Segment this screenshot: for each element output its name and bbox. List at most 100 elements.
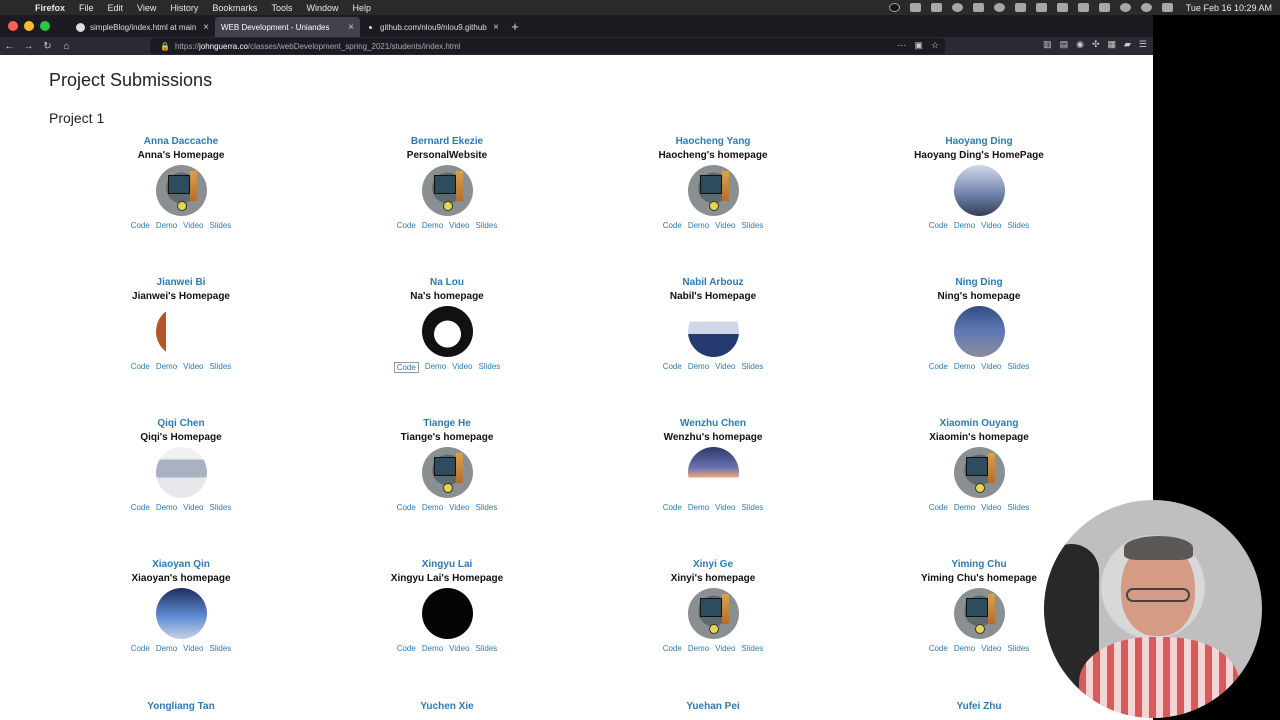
new-tab-button[interactable]: + <box>505 17 525 37</box>
status-menu-icon[interactable] <box>888 3 900 12</box>
video-link[interactable]: Video <box>449 221 469 230</box>
student-name-link[interactable]: Na Lou <box>314 276 580 290</box>
demo-link[interactable]: Demo <box>688 503 709 512</box>
slides-link[interactable]: Slides <box>210 644 232 653</box>
wifi-icon[interactable] <box>1098 3 1110 12</box>
project-thumbnail[interactable] <box>687 447 739 498</box>
video-link[interactable]: Video <box>183 503 203 512</box>
video-link[interactable]: Video <box>183 362 203 371</box>
library-icon[interactable]: ▥ <box>1043 39 1052 50</box>
bookmark-star-icon[interactable]: ☆ <box>931 40 939 51</box>
menu-tools[interactable]: Tools <box>264 3 299 13</box>
network-icon[interactable] <box>951 3 963 12</box>
student-name-link[interactable]: Yufei Zhu <box>846 701 1112 712</box>
camera-icon[interactable] <box>909 3 921 12</box>
slides-link[interactable]: Slides <box>1008 362 1030 371</box>
menu-view[interactable]: View <box>130 3 163 13</box>
student-name-link[interactable]: Ning Ding <box>846 276 1112 290</box>
slides-link[interactable]: Slides <box>476 644 498 653</box>
student-name-link[interactable]: Nabil Arbouz <box>580 276 846 290</box>
demo-link[interactable]: Demo <box>156 644 177 653</box>
cast-icon[interactable] <box>1014 3 1026 12</box>
menu-bookmarks[interactable]: Bookmarks <box>205 3 264 13</box>
demo-link[interactable]: Demo <box>688 221 709 230</box>
cloud-icon[interactable] <box>993 3 1005 12</box>
slides-link[interactable]: Slides <box>210 221 232 230</box>
zoom-window-button[interactable] <box>40 21 50 31</box>
project-thumbnail[interactable] <box>687 165 739 216</box>
demo-link[interactable]: Demo <box>954 221 975 230</box>
close-tab-icon[interactable]: × <box>203 22 209 33</box>
dropbox-icon[interactable] <box>930 3 942 12</box>
demo-link[interactable]: Demo <box>156 362 177 371</box>
search-icon[interactable] <box>1140 3 1152 12</box>
student-name-link[interactable]: Bernard Ekezie <box>314 135 580 149</box>
project-thumbnail[interactable] <box>421 165 473 216</box>
demo-link[interactable]: Demo <box>156 221 177 230</box>
video-link[interactable]: Video <box>981 503 1001 512</box>
volume-icon[interactable] <box>1035 3 1047 12</box>
student-name-link[interactable]: Xinyi Ge <box>580 558 846 572</box>
code-link[interactable]: Code <box>929 362 948 371</box>
slides-link[interactable]: Slides <box>1008 221 1030 230</box>
control-center-icon[interactable] <box>1161 3 1173 12</box>
user-icon[interactable] <box>1119 3 1131 12</box>
demo-link[interactable]: Demo <box>688 362 709 371</box>
student-name-link[interactable]: Haoyang Ding <box>846 135 1112 149</box>
student-name-link[interactable]: Xingyu Lai <box>314 558 580 572</box>
menu-help[interactable]: Help <box>345 3 378 13</box>
slides-link[interactable]: Slides <box>1008 503 1030 512</box>
video-link[interactable]: Video <box>715 644 735 653</box>
student-name-link[interactable]: Haocheng Yang <box>580 135 846 149</box>
home-icon[interactable]: ⌂ <box>57 41 76 52</box>
code-link[interactable]: Code <box>397 221 416 230</box>
battery-icon[interactable] <box>1077 3 1089 12</box>
student-name-link[interactable]: Anna Daccache <box>48 135 314 149</box>
student-name-link[interactable]: Jianwei Bi <box>48 276 314 290</box>
demo-link[interactable]: Demo <box>954 503 975 512</box>
close-tab-icon[interactable]: × <box>493 22 499 33</box>
demo-link[interactable]: Demo <box>954 644 975 653</box>
demo-link[interactable]: Demo <box>954 362 975 371</box>
minimize-window-button[interactable] <box>24 21 34 31</box>
extension-icon[interactable]: ✣ <box>1092 39 1100 50</box>
code-link[interactable]: Code <box>663 221 682 230</box>
project-thumbnail[interactable] <box>421 447 473 498</box>
slides-link[interactable]: Slides <box>1008 644 1030 653</box>
code-link[interactable]: Code <box>397 644 416 653</box>
menu-history[interactable]: History <box>163 3 205 13</box>
project-thumbnail[interactable] <box>155 165 207 216</box>
tab-nlou9-github[interactable]: github.com/nlou9/nlou9.github × <box>360 17 505 37</box>
app-menu[interactable]: Firefox <box>28 3 72 13</box>
code-link[interactable]: Code <box>929 644 948 653</box>
project-thumbnail[interactable] <box>155 306 207 357</box>
code-link[interactable]: Code <box>663 644 682 653</box>
video-link[interactable]: Video <box>981 362 1001 371</box>
slides-link[interactable]: Slides <box>742 503 764 512</box>
code-link[interactable]: Code <box>131 221 150 230</box>
project-thumbnail[interactable] <box>687 306 739 357</box>
video-link[interactable]: Video <box>183 221 203 230</box>
code-link[interactable]: Code <box>393 362 419 373</box>
video-link[interactable]: Video <box>449 644 469 653</box>
video-link[interactable]: Video <box>981 644 1001 653</box>
student-name-link[interactable]: Yongliang Tan <box>48 701 314 712</box>
pocket-icon[interactable]: ▣ <box>914 40 923 51</box>
slides-link[interactable]: Slides <box>476 503 498 512</box>
demo-link[interactable]: Demo <box>422 644 443 653</box>
bluetooth-icon[interactable] <box>1056 3 1068 12</box>
project-thumbnail[interactable] <box>687 588 739 639</box>
code-link[interactable]: Code <box>397 503 416 512</box>
project-thumbnail[interactable] <box>953 165 1005 216</box>
code-link[interactable]: Code <box>929 221 948 230</box>
code-link[interactable]: Code <box>131 644 150 653</box>
menu-icon[interactable]: ☰ <box>1139 39 1147 50</box>
code-link[interactable]: Code <box>131 503 150 512</box>
student-name-link[interactable]: Xiaomin Ouyang <box>846 417 1112 431</box>
video-link[interactable]: Video <box>981 221 1001 230</box>
sidebar-icon[interactable]: ▤ <box>1060 39 1069 50</box>
student-name-link[interactable]: Tiange He <box>314 417 580 431</box>
slides-link[interactable]: Slides <box>742 221 764 230</box>
project-thumbnail[interactable] <box>155 447 207 498</box>
account-icon[interactable]: ◉ <box>1076 39 1084 50</box>
